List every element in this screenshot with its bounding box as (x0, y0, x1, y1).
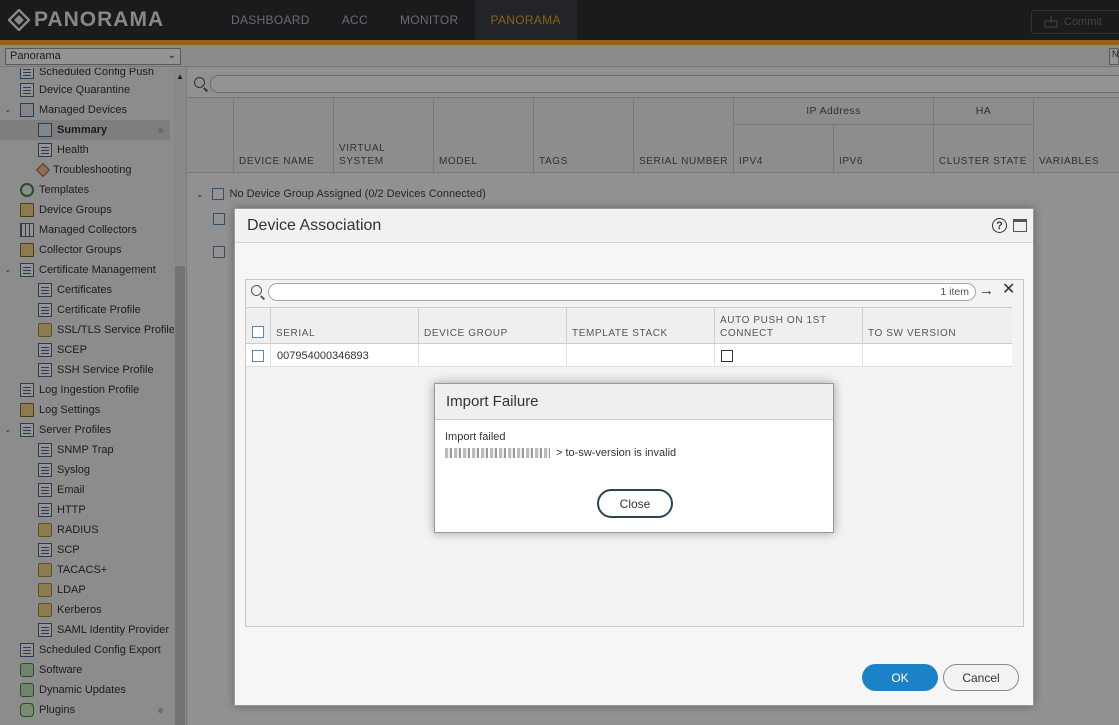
auto-push-checkbox[interactable] (721, 349, 733, 362)
to-sw-version-cell[interactable] (862, 344, 1010, 367)
error-message-line1: Import failed (445, 431, 506, 443)
template-stack-cell[interactable] (566, 344, 714, 367)
serial-cell: 007954000346893 (270, 344, 418, 367)
maximize-icon[interactable] (1013, 219, 1027, 232)
col-auto-push[interactable]: AUTO PUSH ON 1ST CONNECT (714, 308, 862, 345)
item-count: 1 item (940, 286, 969, 298)
error-message-suffix: > to-sw-version is invalid (556, 447, 677, 459)
filter-input[interactable]: 1 item (268, 283, 976, 301)
col-device-group[interactable]: DEVICE GROUP (418, 308, 566, 345)
modal-title: Import Failure (435, 384, 833, 420)
search-icon[interactable] (251, 285, 262, 296)
select-all-checkbox[interactable] (252, 326, 264, 338)
row-select-cell (246, 344, 270, 367)
col-select (246, 308, 270, 345)
cancel-button[interactable]: Cancel (943, 664, 1019, 691)
close-button[interactable]: Close (597, 489, 673, 518)
row-checkbox[interactable] (252, 349, 264, 362)
dialog-title: Device Association (247, 216, 382, 234)
table-row[interactable]: 007954000346893 (246, 344, 1012, 367)
device-group-cell[interactable] (418, 344, 566, 367)
redacted-text (445, 448, 550, 458)
col-template-stack[interactable]: TEMPLATE STACK (566, 308, 714, 345)
auto-push-cell (714, 344, 862, 367)
error-message-line2: > to-sw-version is invalid (445, 447, 676, 459)
col-to-sw-version[interactable]: TO SW VERSION (862, 308, 1010, 345)
association-table-header: SERIAL DEVICE GROUP TEMPLATE STACK AUTO … (246, 307, 1012, 345)
dialog-title-bar: Device Association ? (235, 209, 1033, 243)
help-icon[interactable]: ? (992, 218, 1007, 233)
ok-button[interactable]: OK (862, 664, 938, 691)
close-icon[interactable]: ✕ (1002, 282, 1015, 298)
import-failure-dialog: Import Failure Import failed > to-sw-ver… (434, 383, 834, 533)
arrow-right-icon[interactable]: → (979, 283, 994, 299)
col-serial[interactable]: SERIAL (270, 308, 418, 345)
